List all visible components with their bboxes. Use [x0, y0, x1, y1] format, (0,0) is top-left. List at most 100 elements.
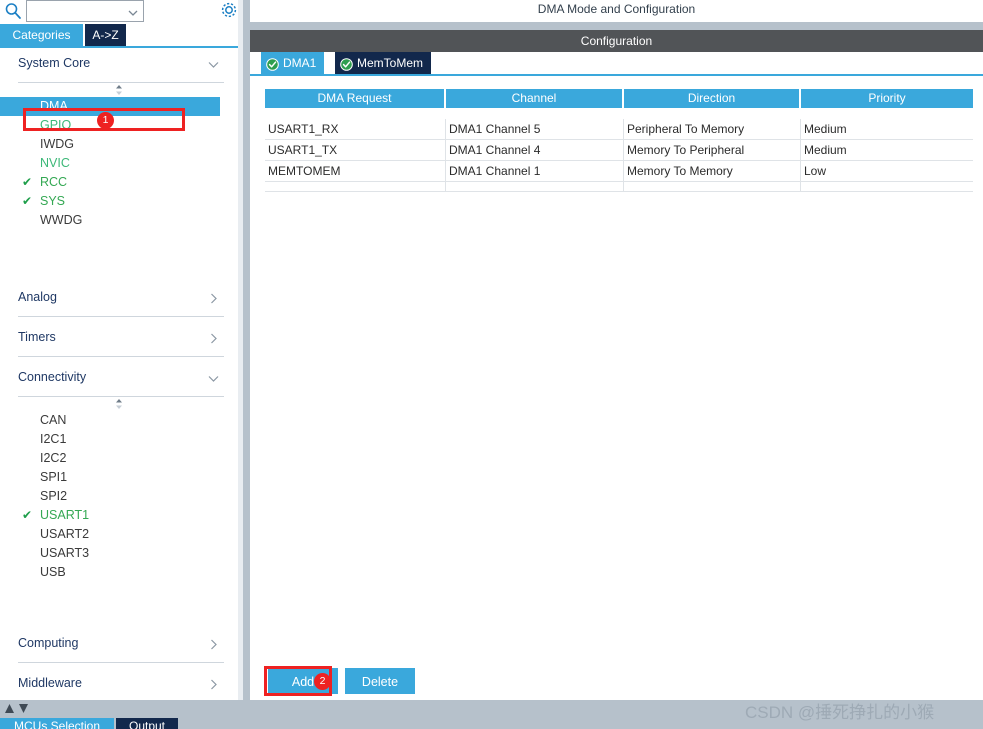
sidebar-section-label: Computing — [18, 636, 79, 650]
bottom-scroll-arrows[interactable] — [2, 701, 46, 715]
sidebar-tabs: Categories A->Z — [0, 24, 238, 46]
bottom-tab-output[interactable]: Output — [116, 718, 178, 729]
sidebar-item-label: SPI2 — [40, 489, 68, 503]
sidebar-item-label: USB — [40, 565, 66, 579]
sidebar-item-usart3[interactable]: USART3 — [0, 544, 238, 563]
configuration-tabs: DMA1 MemToMem — [250, 52, 983, 74]
delete-button[interactable]: Delete — [345, 668, 415, 694]
chevron-right-icon[interactable] — [207, 292, 220, 305]
title-separator — [250, 22, 983, 30]
sidebar-item-dma[interactable]: DMA — [0, 97, 220, 116]
sidebar-item-label: USART2 — [40, 527, 90, 541]
table-header-row: DMA Request Channel Direction Priority — [265, 89, 973, 108]
table-body: USART1_RX DMA1 Channel 5 Peripheral To Mem… — [265, 119, 973, 182]
table-column-divider — [800, 182, 801, 191]
bottom-strip: MCUs Selection Output — [0, 700, 983, 729]
main-panel: DMA Mode and Configuration Configuration… — [250, 0, 983, 700]
sidebar-item-label: I2C1 — [40, 432, 67, 446]
tab-dma1[interactable]: DMA1 — [261, 52, 325, 74]
sidebar-section-system-core[interactable]: System Core — [18, 48, 224, 83]
sidebar-item-list-connectivity: CAN I2C1 I2C2 SPI1 SPI2 ✔ USART1 USART2 USART3 US… — [0, 411, 238, 582]
application-window: Categories A->Z System Core DMA GPIO IWD… — [0, 0, 983, 729]
table-row[interactable]: USART1_TX DMA1 Channel 4 Memory To Periphe… — [265, 140, 973, 161]
table-header-channel[interactable]: Channel — [446, 89, 624, 108]
table-cell[interactable]: DMA1 Channel 1 — [446, 161, 624, 181]
sidebar-item-label: GPIO — [40, 118, 72, 132]
sidebar-section-middleware[interactable]: Middleware — [18, 668, 224, 691]
sidebar-item-i2c1[interactable]: I2C1 — [0, 430, 238, 449]
sidebar-item-label: IWDG — [40, 137, 75, 151]
component-sidebar: Categories A->Z System Core DMA GPIO IWD… — [0, 0, 238, 700]
bottom-tab-mcus-selection[interactable]: MCUs Selection — [0, 718, 114, 729]
sidebar-scroll-area[interactable]: System Core DMA GPIO IWDG NVIC ✔ RCC ✔ SYS WWDG … — [0, 48, 238, 691]
table-cell[interactable]: USART1_RX — [265, 119, 446, 139]
sidebar-item-rcc[interactable]: ✔ RCC — [0, 173, 238, 192]
table-cell[interactable]: DMA1 Channel 4 — [446, 140, 624, 160]
sidebar-item-wwdg[interactable]: WWDG — [0, 211, 238, 230]
list-spinner-connectivity[interactable] — [0, 397, 238, 411]
configuration-bar: Configuration — [250, 30, 983, 52]
table-row[interactable]: USART1_RX DMA1 Channel 5 Peripheral To Mem… — [265, 119, 973, 140]
sidebar-section-analog[interactable]: Analog — [18, 282, 224, 317]
sidebar-section-label: Timers — [18, 330, 56, 344]
sidebar-item-sys[interactable]: ✔ SYS — [0, 192, 238, 211]
search-row — [0, 0, 238, 24]
table-cell[interactable]: Medium — [801, 140, 973, 160]
table-cell[interactable]: USART1_TX — [265, 140, 446, 160]
tab-a-to-z[interactable]: A->Z — [85, 24, 126, 46]
sidebar-item-label: DMA — [40, 99, 68, 113]
chevron-right-icon[interactable] — [207, 678, 220, 691]
sidebar-item-usart1[interactable]: ✔ USART1 — [0, 506, 238, 525]
search-input[interactable] — [30, 3, 120, 19]
chevron-right-icon[interactable] — [207, 638, 220, 651]
chevron-down-icon[interactable] — [207, 372, 220, 385]
add-button[interactable]: Add — [268, 668, 338, 694]
list-spinner-system-core[interactable] — [0, 83, 238, 97]
check-circle-icon — [266, 56, 279, 71]
sidebar-section-connectivity[interactable]: Connectivity — [18, 362, 224, 397]
sidebar-item-label: I2C2 — [40, 451, 67, 465]
tab-memtomem[interactable]: MemToMem — [335, 52, 432, 74]
table-cell[interactable]: Memory To Memory — [624, 161, 801, 181]
sidebar-item-gpio[interactable]: GPIO — [0, 116, 238, 135]
table-cell[interactable]: Peripheral To Memory — [624, 119, 801, 139]
panel-divider[interactable] — [243, 0, 250, 700]
tab-categories[interactable]: Categories — [0, 24, 83, 46]
chevron-right-icon[interactable] — [207, 332, 220, 345]
check-icon: ✔ — [22, 508, 33, 522]
gear-icon[interactable] — [219, 0, 238, 20]
sidebar-item-label: WWDG — [40, 213, 83, 227]
sidebar-item-usb[interactable]: USB — [0, 563, 238, 582]
table-cell[interactable]: Low — [801, 161, 973, 181]
table-header-direction[interactable]: Direction — [624, 89, 801, 108]
table-cell[interactable]: Memory To Peripheral — [624, 140, 801, 160]
search-box[interactable] — [26, 0, 144, 22]
table-empty-row — [265, 182, 973, 192]
sidebar-section-timers[interactable]: Timers — [18, 322, 224, 357]
chevron-down-icon[interactable] — [127, 6, 139, 18]
table-cell[interactable]: DMA1 Channel 5 — [446, 119, 624, 139]
sidebar-section-label: Middleware — [18, 676, 82, 690]
sidebar-item-nvic[interactable]: NVIC — [0, 154, 238, 173]
sidebar-section-computing[interactable]: Computing — [18, 628, 224, 663]
sidebar-item-label: USART1 — [40, 508, 90, 522]
sidebar-section-label: Analog — [18, 290, 57, 304]
table-cell[interactable]: MEMTOMEM — [265, 161, 446, 181]
sidebar-item-usart2[interactable]: USART2 — [0, 525, 238, 544]
sidebar-item-can[interactable]: CAN — [0, 411, 238, 430]
chevron-down-icon[interactable] — [207, 58, 220, 71]
sidebar-section-label: Connectivity — [18, 370, 87, 384]
sidebar-section-label: System Core — [18, 56, 91, 70]
table-header-dma-request[interactable]: DMA Request — [265, 89, 446, 108]
sidebar-item-spi2[interactable]: SPI2 — [0, 487, 238, 506]
page-title: DMA Mode and Configuration — [250, 0, 983, 18]
table-cell[interactable]: Medium — [801, 119, 973, 139]
table-column-divider — [623, 182, 624, 191]
sidebar-item-iwdg[interactable]: IWDG — [0, 135, 238, 154]
sidebar-item-spi1[interactable]: SPI1 — [0, 468, 238, 487]
sidebar-item-i2c2[interactable]: I2C2 — [0, 449, 238, 468]
sidebar-item-list-system-core: DMA GPIO IWDG NVIC ✔ RCC ✔ SYS WWDG — [0, 97, 238, 230]
table-header-priority[interactable]: Priority — [801, 89, 973, 108]
search-icon[interactable] — [4, 2, 22, 20]
table-row[interactable]: MEMTOMEM DMA1 Channel 1 Memory To Memory Lo… — [265, 161, 973, 182]
